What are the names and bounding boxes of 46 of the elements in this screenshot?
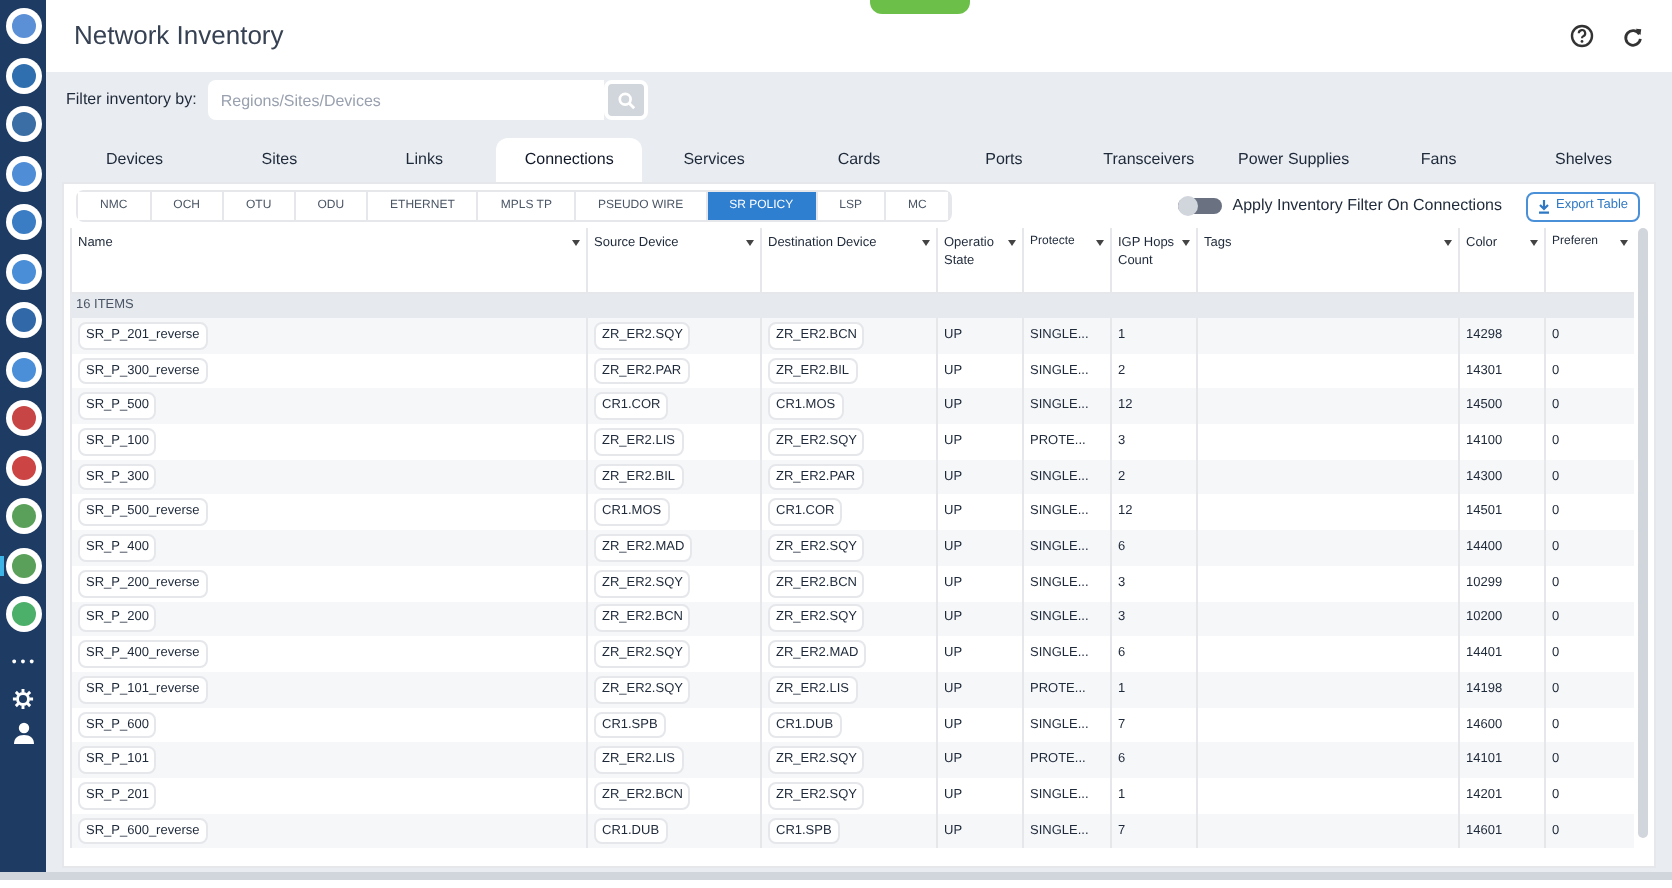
tab[interactable]: Devices (62, 138, 207, 182)
window-title: Network Inventory (74, 18, 284, 55)
toggle-label: Apply Inventory Filter On Connections (1232, 194, 1502, 218)
tab[interactable]: Connections (496, 138, 642, 182)
tab[interactable]: Cards (786, 138, 932, 182)
app-icon[interactable] (5, 253, 41, 289)
tab[interactable]: Services (641, 138, 787, 182)
search-icon (617, 91, 636, 109)
tab[interactable]: Links (351, 138, 497, 182)
help-icon[interactable] (1570, 24, 1594, 48)
tab[interactable]: Ports (931, 138, 1077, 182)
tab[interactable]: Power Supplies (1221, 138, 1367, 182)
sort-caret-icon (1620, 240, 1628, 246)
app-icon[interactable] (5, 204, 41, 240)
sort-caret-icon (746, 240, 754, 246)
app-icon[interactable] (5, 400, 41, 436)
user-icon[interactable] (13, 722, 33, 744)
app-icon[interactable] (5, 106, 41, 142)
app-icon[interactable] (5, 596, 41, 632)
app-icon[interactable] (5, 8, 41, 44)
app-icon[interactable] (5, 302, 41, 338)
sort-caret-icon (1096, 240, 1104, 246)
top-handle (870, 0, 970, 14)
tab[interactable]: Sites (206, 138, 352, 182)
app-icon[interactable] (5, 547, 41, 583)
settings-icon[interactable] (12, 687, 34, 709)
app-icon[interactable] (5, 498, 41, 534)
app-icon[interactable] (5, 449, 41, 485)
tab[interactable]: Fans (1366, 138, 1512, 182)
app-icon[interactable] (5, 155, 41, 191)
sort-caret-icon (1008, 240, 1016, 246)
scrollbar[interactable] (1638, 228, 1648, 838)
tab[interactable]: Transceivers (1076, 138, 1222, 182)
app-icon[interactable] (5, 351, 41, 387)
toggle-switch[interactable] (1178, 198, 1223, 214)
filter-field[interactable]: Regions/Sites/Devices (208, 80, 605, 120)
filter-label: Filter inventory by: (66, 88, 197, 112)
refresh-icon[interactable] (1622, 25, 1644, 47)
sort-caret-icon (1530, 240, 1538, 246)
download-icon (1537, 199, 1550, 213)
app-icon[interactable] (5, 57, 41, 93)
tab[interactable]: Shelves (1511, 138, 1656, 182)
sort-caret-icon (922, 240, 930, 246)
sort-caret-icon (572, 240, 580, 246)
sort-caret-icon (1182, 240, 1190, 246)
sort-caret-icon (1444, 240, 1452, 246)
